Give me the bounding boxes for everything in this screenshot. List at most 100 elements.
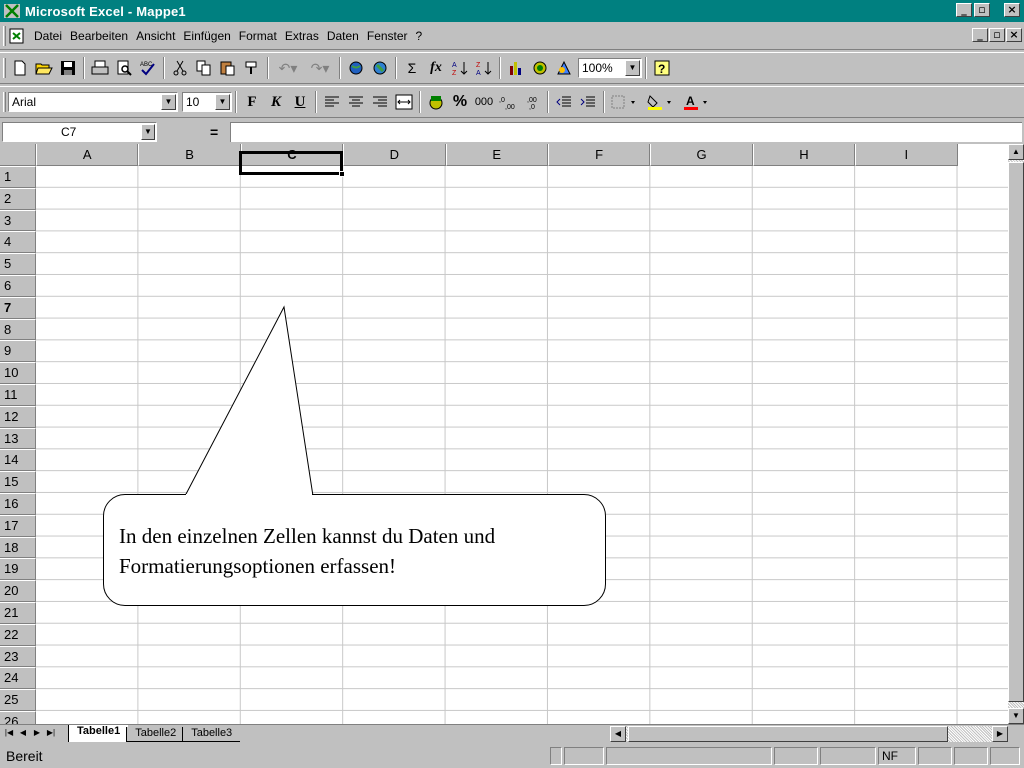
row-header-11[interactable]: 11 <box>0 383 36 406</box>
minimize-button[interactable]: _ <box>956 3 972 17</box>
column-header-h[interactable]: H <box>752 144 856 166</box>
next-sheet-icon[interactable]: ▶ <box>30 726 44 740</box>
horizontal-scrollbar[interactable]: ◀ ▶ <box>610 726 1008 742</box>
format-painter-icon[interactable] <box>241 57 263 79</box>
horizontal-scroll-thumb[interactable] <box>628 726 948 742</box>
map-icon[interactable] <box>529 57 551 79</box>
sort-ascending-icon[interactable]: AZ <box>449 57 471 79</box>
toolbar-grip[interactable] <box>3 92 6 112</box>
column-header-e[interactable]: E <box>445 144 548 166</box>
column-header-i[interactable]: I <box>855 144 958 166</box>
column-header-f[interactable]: F <box>547 144 651 166</box>
row-header-13[interactable]: 13 <box>0 427 36 450</box>
font-name-select[interactable]: Arial ▼ <box>8 92 178 112</box>
menu-help[interactable]: ? <box>412 29 427 43</box>
copy-icon[interactable] <box>193 57 215 79</box>
menubar-grip[interactable] <box>3 25 6 46</box>
print-preview-icon[interactable] <box>113 57 135 79</box>
row-header-19[interactable]: 19 <box>0 558 36 581</box>
menu-datei[interactable]: Datei <box>30 29 66 43</box>
row-header-24[interactable]: 24 <box>0 667 36 690</box>
row-header-8[interactable]: 8 <box>0 318 36 341</box>
sheet-tab-tabelle1[interactable]: Tabelle1 <box>68 725 129 742</box>
close-button[interactable]: × <box>1004 3 1020 17</box>
column-header-b[interactable]: B <box>138 144 241 166</box>
cut-icon[interactable] <box>169 57 191 79</box>
menu-daten[interactable]: Daten <box>323 29 363 43</box>
spelling-icon[interactable]: ABC <box>137 57 159 79</box>
drawing-icon[interactable] <box>553 57 575 79</box>
toolbar-grip[interactable] <box>3 58 6 78</box>
first-sheet-icon[interactable]: |◀ <box>2 726 16 740</box>
hyperlink-icon[interactable] <box>369 57 391 79</box>
percent-button[interactable]: % <box>449 91 471 113</box>
menu-fenster[interactable]: Fenster <box>363 29 412 43</box>
decrease-decimal-icon[interactable]: ,00,0 <box>521 91 543 113</box>
cell-area[interactable] <box>36 166 1008 724</box>
new-icon[interactable] <box>9 57 31 79</box>
row-header-2[interactable]: 2 <box>0 187 36 210</box>
row-header-18[interactable]: 18 <box>0 536 36 559</box>
redo-icon[interactable]: ↷▾ <box>305 57 335 79</box>
open-icon[interactable] <box>33 57 55 79</box>
row-header-20[interactable]: 20 <box>0 580 36 602</box>
formula-input[interactable] <box>230 122 1022 142</box>
chevron-down-icon[interactable]: ▼ <box>141 124 155 140</box>
row-header-9[interactable]: 9 <box>0 340 36 363</box>
doc-minimize-button[interactable]: _ <box>972 28 988 42</box>
row-header-17[interactable]: 17 <box>0 514 36 537</box>
row-header-12[interactable]: 12 <box>0 405 36 428</box>
row-header-6[interactable]: 6 <box>0 274 36 297</box>
row-header-26[interactable]: 26 <box>0 710 36 724</box>
autosum-button[interactable]: Σ <box>401 57 423 79</box>
scroll-left-icon[interactable]: ◀ <box>610 726 626 742</box>
column-header-g[interactable]: G <box>650 144 753 166</box>
increase-indent-icon[interactable] <box>577 91 599 113</box>
function-button[interactable]: fx <box>425 57 447 79</box>
menu-einfuegen[interactable]: Einfügen <box>179 29 234 43</box>
row-header-14[interactable]: 14 <box>0 449 36 472</box>
excel-icon[interactable] <box>3 3 21 19</box>
menu-format[interactable]: Format <box>235 29 281 43</box>
row-header-23[interactable]: 23 <box>0 645 36 668</box>
row-header-15[interactable]: 15 <box>0 471 36 493</box>
align-right-icon[interactable] <box>369 91 391 113</box>
decrease-indent-icon[interactable] <box>553 91 575 113</box>
paste-icon[interactable] <box>217 57 239 79</box>
scroll-right-icon[interactable]: ▶ <box>992 726 1008 742</box>
sheet-tab-tabelle2[interactable]: Tabelle2 <box>126 727 185 742</box>
row-header-3[interactable]: 3 <box>0 209 36 232</box>
save-icon[interactable] <box>57 57 79 79</box>
active-cell-c7[interactable] <box>239 151 343 175</box>
increase-decimal-icon[interactable]: ,0,00 <box>497 91 519 113</box>
fill-color-icon[interactable] <box>645 91 679 113</box>
chevron-down-icon[interactable]: ▼ <box>625 60 640 76</box>
row-header-7[interactable]: 7 <box>0 296 36 319</box>
edit-formula-button[interactable]: = <box>210 124 218 140</box>
row-header-4[interactable]: 4 <box>0 231 36 254</box>
last-sheet-icon[interactable]: ▶| <box>44 726 58 740</box>
font-size-select[interactable]: 10 ▼ <box>182 92 232 112</box>
sort-descending-icon[interactable]: ZA <box>473 57 495 79</box>
doc-restore-button[interactable]: ▫ <box>989 28 1005 42</box>
row-header-25[interactable]: 25 <box>0 689 36 711</box>
vertical-scrollbar[interactable]: ▲ ▼ <box>1008 144 1024 724</box>
doc-close-button[interactable]: × <box>1006 28 1022 42</box>
currency-icon[interactable] <box>425 91 447 113</box>
borders-icon[interactable] <box>609 91 643 113</box>
chevron-down-icon[interactable]: ▼ <box>215 94 230 110</box>
thousands-button[interactable]: 000 <box>473 91 495 113</box>
chart-wizard-icon[interactable] <box>505 57 527 79</box>
vertical-scroll-thumb[interactable] <box>1008 162 1024 702</box>
menu-extras[interactable]: Extras <box>281 29 323 43</box>
italic-button[interactable]: K <box>265 91 287 113</box>
row-header-21[interactable]: 21 <box>0 601 36 624</box>
font-color-icon[interactable]: A <box>681 91 715 113</box>
zoom-select[interactable]: 100% ▼ <box>578 58 642 78</box>
column-header-a[interactable]: A <box>36 144 139 166</box>
name-box[interactable]: C7 ▼ <box>2 122 157 142</box>
menu-ansicht[interactable]: Ansicht <box>132 29 179 43</box>
scroll-up-icon[interactable]: ▲ <box>1008 144 1024 160</box>
row-header-5[interactable]: 5 <box>0 253 36 275</box>
prev-sheet-icon[interactable]: ◀ <box>16 726 30 740</box>
